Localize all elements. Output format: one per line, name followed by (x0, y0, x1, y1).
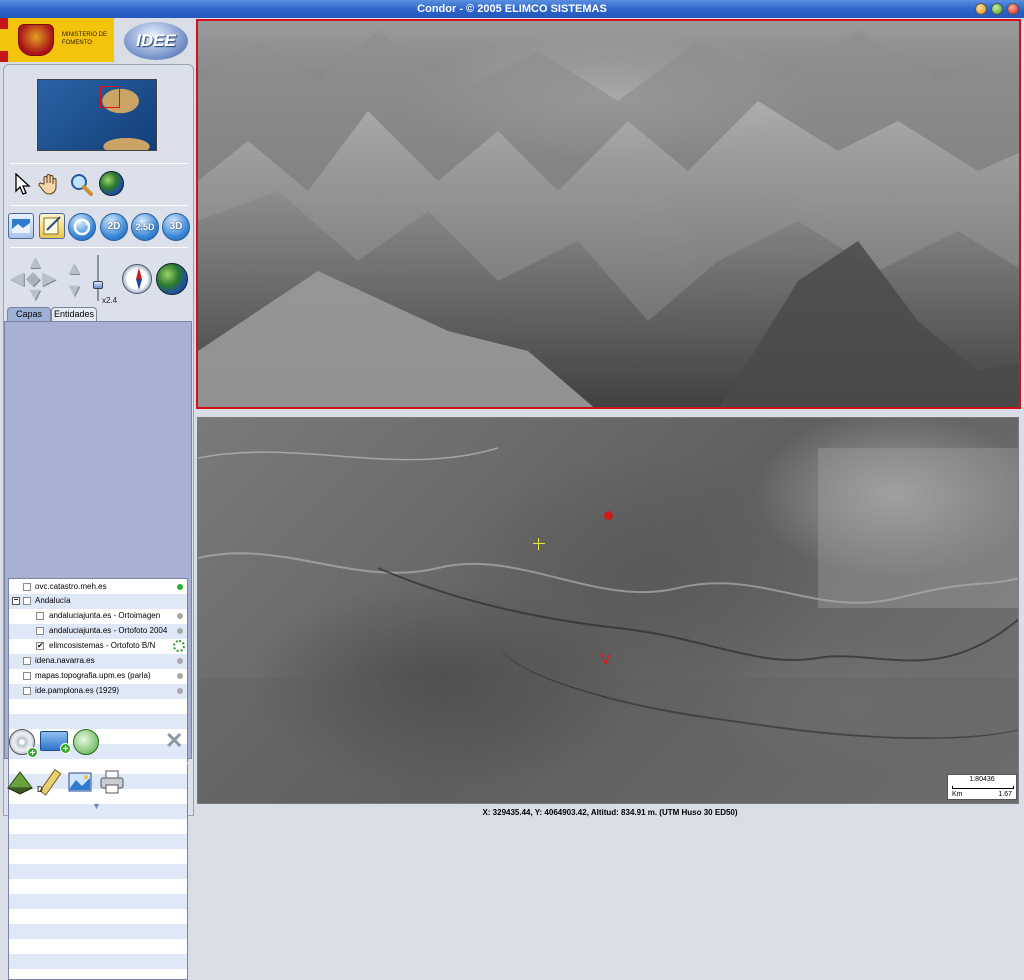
scale-ratio: 1:80436 (969, 776, 995, 783)
coat-of-arms-icon (18, 24, 54, 56)
compass-icon[interactable] (122, 264, 152, 294)
layer-checkbox[interactable] (23, 657, 31, 665)
layer-item[interactable]: idena.navarra.es (9, 654, 187, 668)
scale-distance: 1.67 (998, 791, 1012, 798)
compass-south-needle (136, 279, 142, 290)
layer-status-dot-icon (177, 628, 183, 634)
left-panel: 2D 2.5D 3D ▲ ▼ ◀ ▶ ◆ ▲ ▼ x2.4 Capas Enti… (3, 64, 194, 980)
layer-checkbox[interactable] (23, 672, 31, 680)
crosshair-cursor-icon (533, 538, 545, 550)
layer-item[interactable]: ide.pamplona.es (1929) (9, 684, 187, 698)
layer-label: ovc.catastro.meh.es (35, 582, 107, 591)
map-view-3d[interactable] (196, 19, 1021, 409)
layer-checkbox[interactable] (36, 612, 44, 620)
svg-text:D: D (37, 785, 43, 794)
spain-flag-strip (0, 18, 8, 62)
measure-ruler-icon[interactable]: D (36, 768, 64, 796)
scale-bar: 1:80436 Km 1.67 (947, 774, 1017, 800)
pan-hand-icon[interactable] (37, 171, 63, 197)
layer-item[interactable]: andaluciajunta.es - Ortofoto 2004 (9, 624, 187, 638)
scale-unit: Km (952, 791, 963, 798)
remove-layer-icon[interactable]: ✕ (165, 730, 183, 752)
collapse-toggle-icon[interactable]: − (12, 597, 20, 605)
globe-lighting-icon[interactable] (156, 263, 188, 295)
map-view-2d[interactable]: V 1:80436 Km 1.67 (197, 417, 1019, 804)
altitude-up-arrow-icon[interactable]: ▲ (64, 257, 84, 279)
loading-spinner-icon (173, 640, 185, 652)
tab-capas[interactable]: Capas (7, 307, 51, 321)
layer-label: Andalucía (35, 596, 71, 605)
compass-north-needle (136, 268, 142, 279)
pointer-arrow-icon[interactable] (10, 171, 36, 197)
refresh-layers-icon[interactable] (73, 729, 99, 755)
target-point-marker-icon[interactable] (604, 511, 613, 520)
view-25d-button[interactable]: 2.5D (131, 213, 159, 241)
scale-bar-line (952, 786, 1014, 789)
layer-item[interactable]: andaluciajunta.es - Ortoimagen (9, 609, 187, 623)
capture-image-icon[interactable] (66, 768, 94, 796)
altitude-down-arrow-icon[interactable]: ▼ (64, 279, 84, 301)
image-view-icon[interactable] (8, 213, 34, 239)
layer-checkbox[interactable] (23, 583, 31, 591)
ministerio-fomento-logo: MINISTERIO DE FOMENTO (0, 18, 114, 62)
layer-label: andaluciajunta.es - Ortoimagen (49, 611, 161, 620)
tab-entidades[interactable]: Entidades (51, 307, 97, 321)
overview-extent-box[interactable] (100, 86, 120, 108)
terrain-profile-icon[interactable] (6, 768, 34, 796)
layer-label: elimcosistemas - Ortofoto B/N (49, 641, 156, 650)
separator (10, 247, 188, 248)
close-button[interactable] (1007, 3, 1019, 15)
add-layer-folder-icon[interactable]: + (40, 731, 71, 755)
coordinates-status: X: 329435.44, Y: 4064903.42, Altitud: 83… (482, 808, 738, 817)
edit-note-icon[interactable] (39, 213, 65, 239)
separator (10, 163, 188, 164)
pan-left-arrow-icon[interactable]: ◀ (10, 269, 24, 287)
view-3d-button[interactable]: 3D (162, 213, 190, 241)
zoom-slider-track (97, 255, 99, 301)
view-2d-button[interactable]: 2D (100, 213, 128, 241)
layer-toolbar: + + ✕ (5, 724, 193, 760)
layer-status-dot-icon (177, 613, 183, 619)
layer-group[interactable]: − Andalucía (9, 594, 187, 608)
print-icon[interactable] (98, 768, 126, 796)
layer-status-dot-icon (177, 658, 183, 664)
layer-checkbox-checked[interactable] (36, 642, 44, 650)
expand-panel-arrow-icon[interactable]: ▼ (92, 801, 101, 811)
layer-item[interactable]: elimcosistemas - Ortofoto B/N (9, 639, 187, 653)
pan-direction-control[interactable]: ▲ ▼ ◀ ▶ ◆ (10, 253, 58, 303)
zoom-slider[interactable] (92, 255, 104, 301)
layer-status-dot-icon (177, 688, 183, 694)
separator (10, 763, 188, 764)
window-titlebar: Condor - © 2005 ELIMCO SISTEMAS (0, 0, 1024, 18)
layer-status-dot-icon (177, 673, 183, 679)
altitude-updown-control[interactable]: ▲ ▼ (64, 257, 84, 301)
layer-item[interactable]: ovc.catastro.meh.es (9, 580, 187, 594)
pan-right-arrow-icon[interactable]: ▶ (42, 269, 56, 287)
layer-label: mapas.topografia.upm.es (parla) (35, 671, 151, 680)
layer-panel: ovc.catastro.meh.es − Andalucía andaluci… (4, 321, 193, 980)
minimize-button[interactable] (975, 3, 987, 15)
layer-status-dot-icon (177, 584, 183, 590)
pan-center-icon[interactable]: ◆ (26, 269, 40, 287)
separator (10, 205, 188, 206)
zoom-slider-thumb[interactable] (93, 281, 103, 289)
layer-label: andaluciajunta.es - Ortofoto 2004 (49, 626, 168, 635)
camera-position-marker-icon[interactable]: V (601, 653, 611, 667)
zoom-magnifier-icon[interactable] (68, 171, 94, 197)
layer-checkbox[interactable] (36, 627, 44, 635)
add-layer-disk-icon[interactable]: + (9, 729, 38, 759)
overview-map[interactable] (37, 79, 157, 151)
maximize-button[interactable] (991, 3, 1003, 15)
layer-checkbox[interactable] (23, 597, 31, 605)
ministerio-logo-text: MINISTERIO DE FOMENTO (62, 32, 108, 46)
layer-checkbox[interactable] (23, 687, 31, 695)
sync-view-icon[interactable] (68, 213, 96, 241)
idee-logo: IDEE (124, 22, 188, 60)
zoom-level-label: x2.4 (102, 296, 118, 305)
window-title: Condor - © 2005 ELIMCO SISTEMAS (417, 3, 607, 15)
globe-icon[interactable] (99, 171, 124, 196)
layer-label: ide.pamplona.es (1929) (35, 686, 120, 695)
layer-item[interactable]: mapas.topografia.upm.es (parla) (9, 669, 187, 683)
layer-label: idena.navarra.es (35, 656, 95, 665)
